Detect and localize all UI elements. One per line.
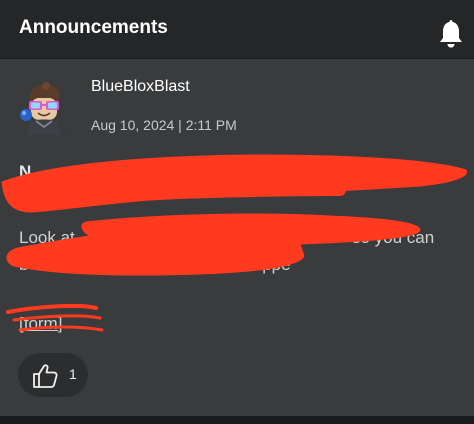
post-line-3-end: so you can <box>352 228 435 247</box>
page-title: Announcements <box>19 17 168 38</box>
post-line-4-start: b <box>19 255 29 274</box>
avatar <box>16 79 72 135</box>
bottom-bar <box>0 416 474 424</box>
announcements-header: Announcements <box>0 0 474 59</box>
post-author[interactable]: BlueBloxBlast <box>91 78 190 96</box>
like-count: 1 <box>69 366 77 382</box>
post-line-1: N <box>19 162 32 181</box>
post-line-4-middle: hen it happe <box>197 255 291 274</box>
post-date: Aug 10, 2024 | 2:11 PM <box>91 117 237 133</box>
like-button[interactable]: 1 <box>18 353 88 397</box>
page: Announcements BlueBloxBlast Aug 10, 2024… <box>0 0 474 424</box>
announcement-card: BlueBloxBlast Aug 10, 2024 | 2:11 PM N M… <box>0 59 474 416</box>
post-link[interactable]: [form] <box>19 311 62 336</box>
post-line-3-start: Look at <box>19 228 75 247</box>
thumbs-up-icon <box>33 364 58 388</box>
post-line-4: b hen it happe <box>19 252 291 277</box>
bell-icon[interactable] <box>436 18 466 50</box>
post-line-2: M <box>19 192 34 211</box>
post-line-3: Look at so you can <box>19 225 434 250</box>
